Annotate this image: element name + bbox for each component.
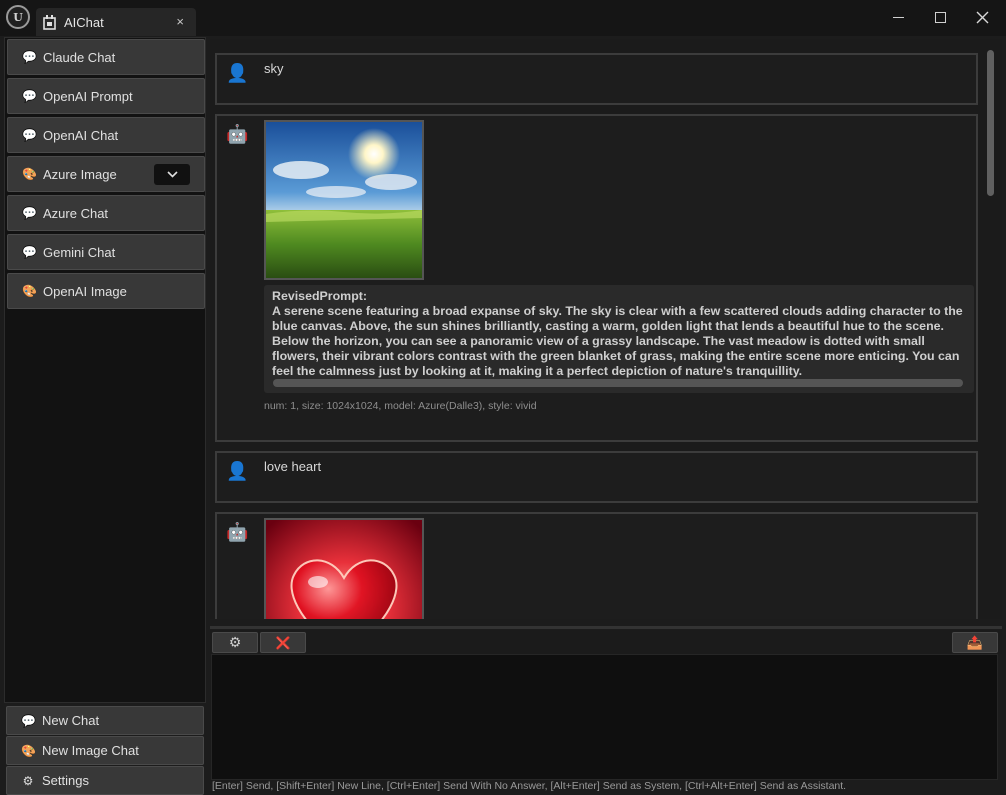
robot-avatar-icon: 🤖 — [226, 522, 249, 542]
speech-bubble-icon: 💬 — [22, 206, 37, 220]
title-bar: U AIChat × — [0, 0, 1006, 36]
sidebar-item-label: Azure Chat — [43, 205, 109, 221]
tab-aichat[interactable]: AIChat × — [36, 8, 196, 36]
sidebar-item-label: Gemini Chat — [43, 244, 116, 260]
close-icon — [976, 11, 988, 23]
revised-prompt-text: A serene scene featuring a broad expanse… — [272, 304, 963, 378]
robot-avatar-icon: 🤖 — [226, 124, 249, 144]
tab-title: AIChat — [64, 14, 104, 30]
user-avatar-icon: 👤 — [226, 63, 249, 83]
chat-settings-button[interactable]: ⚙ — [212, 632, 258, 653]
gear-icon: ⚙ — [22, 773, 34, 788]
unreal-logo-icon: U — [6, 5, 30, 29]
speech-bubble-icon: 💬 — [22, 128, 37, 142]
settings-button[interactable]: ⚙ Settings — [6, 766, 204, 795]
horizontal-scrollbar[interactable] — [273, 379, 963, 387]
chat-history[interactable]: 👤 sky 🤖 RevisedPrompt: A serene scene fe… — [210, 39, 1002, 619]
message-input[interactable] — [211, 654, 998, 780]
maximize-button[interactable] — [918, 0, 962, 34]
revised-prompt-box: RevisedPrompt: A serene scene featuring … — [264, 285, 974, 393]
speech-bubble-icon: 💬 — [22, 89, 37, 103]
sidebar-item-claude-chat[interactable]: 💬 Claude Chat — [7, 39, 205, 75]
image-meta: num: 1, size: 1024x1024, model: Azure(Da… — [264, 400, 537, 412]
sidebar-item-openai-image[interactable]: 🎨 OpenAI Image — [7, 273, 205, 309]
export-icon: 📤 — [966, 634, 984, 650]
sidebar-item-label: OpenAI Prompt — [43, 88, 133, 104]
sidebar-item-azure-chat[interactable]: 💬 Azure Chat — [7, 195, 205, 231]
sidebar-item-label: OpenAI Chat — [43, 127, 119, 143]
red-x-icon: ❌ — [275, 635, 291, 650]
new-image-chat-label: New Image Chat — [42, 743, 139, 758]
speech-bubble-icon: 💬 — [22, 50, 37, 64]
sidebar-item-openai-prompt[interactable]: 💬 OpenAI Prompt — [7, 78, 205, 114]
speech-bubble-icon: 💬 — [21, 713, 36, 728]
speech-bubble-icon: 💬 — [22, 245, 37, 259]
maximize-icon — [934, 11, 946, 23]
sidebar-item-gemini-chat[interactable]: 💬 Gemini Chat — [7, 234, 205, 270]
export-button[interactable]: 📤 — [952, 632, 998, 653]
sidebar: 💬 Claude Chat 💬 OpenAI Prompt 💬 OpenAI C… — [4, 37, 206, 703]
sidebar-item-openai-chat[interactable]: 💬 OpenAI Chat — [7, 117, 205, 153]
palette-icon: 🎨 — [22, 167, 37, 181]
plugin-icon — [43, 14, 56, 30]
chat-scrollbar[interactable] — [986, 48, 996, 618]
minimize-icon — [892, 16, 904, 18]
assistant-message: 🤖 — [215, 114, 978, 442]
user-avatar-icon: 👤 — [226, 461, 249, 481]
sidebar-item-label: Azure Image — [43, 166, 117, 182]
assistant-message: 🤖 — [215, 512, 978, 619]
user-message: 👤 love heart — [215, 451, 978, 503]
sidebar-item-label: Claude Chat — [43, 49, 116, 65]
palette-icon: 🎨 — [21, 743, 36, 758]
tab-close-icon[interactable]: × — [176, 14, 184, 29]
new-chat-button[interactable]: 💬 New Chat — [6, 706, 204, 735]
keyboard-hint: [Enter] Send, [Shift+Enter] New Line, [C… — [212, 780, 847, 792]
input-toolbar: ⚙ ❌ 📤 — [210, 630, 1002, 654]
chevron-down-icon — [166, 171, 178, 178]
generated-image-heart[interactable] — [264, 518, 424, 619]
minimize-button[interactable] — [876, 0, 920, 34]
splitter[interactable] — [210, 626, 1002, 629]
sidebar-item-label: OpenAI Image — [43, 283, 127, 299]
new-image-chat-button[interactable]: 🎨 New Image Chat — [6, 736, 204, 765]
sidebar-item-azure-image[interactable]: 🎨 Azure Image — [7, 156, 205, 192]
message-text: love heart — [264, 459, 322, 474]
message-text: sky — [264, 61, 284, 76]
user-message: 👤 sky — [215, 53, 978, 105]
revised-prompt-label: RevisedPrompt: — [272, 289, 368, 303]
settings-label: Settings — [42, 773, 89, 788]
palette-icon: 🎨 — [22, 284, 37, 298]
scroll-thumb[interactable] — [987, 50, 994, 196]
clear-chat-button[interactable]: ❌ — [260, 632, 306, 653]
dropdown-button[interactable] — [154, 164, 190, 185]
close-window-button[interactable] — [960, 0, 1004, 34]
gear-icon: ⚙ — [228, 634, 242, 650]
generated-image-sky[interactable] — [264, 120, 424, 280]
new-chat-label: New Chat — [42, 713, 100, 728]
